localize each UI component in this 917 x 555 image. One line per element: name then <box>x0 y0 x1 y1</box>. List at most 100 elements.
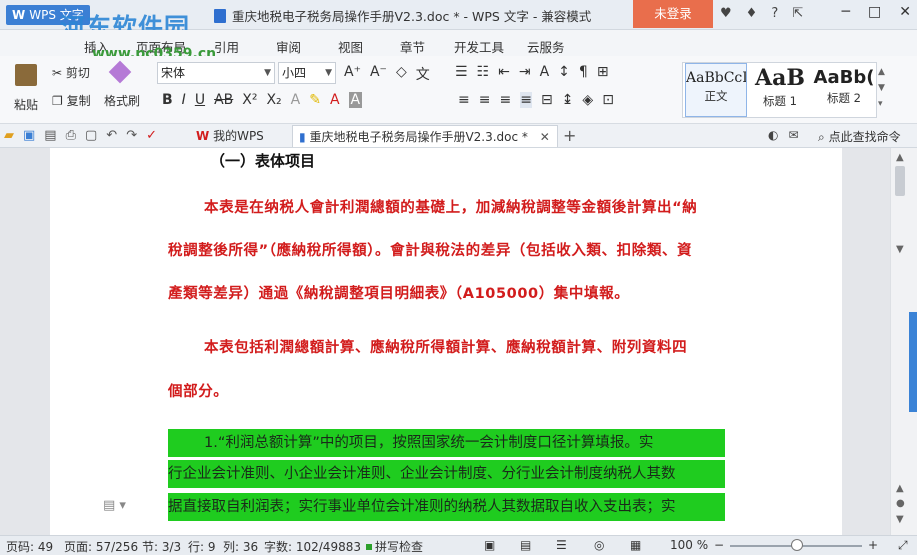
view-page-icon[interactable]: ▤ <box>520 538 531 552</box>
char-shading-icon[interactable]: A <box>348 92 363 108</box>
doc-tools-icon[interactable]: ◐ <box>768 128 778 142</box>
ribbon: 粘贴 ✂ 剪切 ❐ 复制 格式刷 宋体 ▼ 小四 ▼ A⁺ A⁻ ◇ 文 B I U… <box>0 56 917 124</box>
bold-icon[interactable]: B <box>162 92 173 108</box>
show-marks-icon[interactable]: ¶ <box>579 64 588 80</box>
bullet-list-icon[interactable]: ☰ <box>455 64 468 80</box>
view-web-icon[interactable]: ◎ <box>594 538 604 552</box>
zoom-in-icon[interactable]: + <box>868 538 878 552</box>
page-note-icon[interactable]: ▤ ▾ <box>103 498 126 513</box>
chinese-layout-icon[interactable]: A <box>540 64 550 80</box>
print-preview-icon[interactable]: ▢ <box>85 128 97 143</box>
print-icon[interactable]: ⎙ <box>66 128 76 143</box>
clear-format-icon[interactable]: ◇ <box>396 64 407 84</box>
paragraph-line: 個部分。 <box>168 384 229 400</box>
fit-window-icon[interactable]: ⤢ <box>898 538 908 553</box>
title-bar: W WPS 文字 河东软件园 重庆地税电子税务局操作手册V2.3.doc * - … <box>0 0 917 42</box>
help-icon[interactable]: ? <box>771 6 778 21</box>
align-right-icon[interactable]: ≡ <box>499 92 511 108</box>
phonetic-icon[interactable]: 文 <box>416 64 430 84</box>
superscript-icon[interactable]: X² <box>242 92 257 108</box>
maximize-button[interactable]: □ <box>868 4 881 20</box>
scroll-up-icon[interactable]: ▲ <box>896 152 904 163</box>
document-workspace: （一）表体项目 本表是在纳税人會計利潤總額的基礎上，加減納稅調整等金額後計算出“… <box>0 148 890 535</box>
subscript-icon[interactable]: X₂ <box>266 92 281 108</box>
export-pdf-icon[interactable]: ▤ <box>44 128 56 143</box>
line-spacing-icon[interactable]: ↨ <box>562 92 574 108</box>
text-effect-icon[interactable]: A <box>291 92 301 108</box>
copy-icon: ❐ <box>52 94 63 108</box>
format-painter-button[interactable]: 格式刷 <box>104 92 140 109</box>
save-icon[interactable]: ▣ <box>23 128 35 143</box>
view-focus-icon[interactable]: ▣ <box>484 538 495 552</box>
font-size-select[interactable]: 小四 ▼ <box>278 62 336 84</box>
align-center-icon[interactable]: ≡ <box>479 92 491 108</box>
paste-button[interactable]: 粘贴 <box>6 64 46 113</box>
restore-icon[interactable]: ⇱ <box>792 6 803 21</box>
close-tab-icon[interactable]: ✕ <box>540 130 550 144</box>
select-browse-icon[interactable]: ● <box>896 498 905 509</box>
feedback-icon[interactable]: ♦ <box>746 6 758 21</box>
table-icon[interactable]: ⊞ <box>597 64 609 80</box>
tab-review[interactable]: 审阅 <box>276 37 301 56</box>
tab-my-wps[interactable]: W 我的WPS <box>190 125 290 147</box>
copy-button[interactable]: ❐ 复制 <box>52 92 91 109</box>
tab-view[interactable]: 视图 <box>338 37 363 56</box>
styles-scroll[interactable]: ▲ ▼ ▾ <box>878 64 885 112</box>
share-icon[interactable]: ✉ <box>788 128 798 142</box>
zoom-slider-handle[interactable] <box>791 539 803 551</box>
style-normal[interactable]: AaBbCcI 正文 <box>685 63 747 117</box>
style-heading-2[interactable]: AaBb( 标题 2 <box>813 63 875 117</box>
highlight-icon[interactable]: ✎ <box>309 92 321 108</box>
tab-cloud[interactable]: 云服务 <box>527 37 565 56</box>
undo-icon[interactable]: ↶ <box>106 128 117 143</box>
shading-icon[interactable]: ◈ <box>582 92 593 108</box>
minimize-button[interactable]: ─ <box>842 4 850 20</box>
font-name-select[interactable]: 宋体 ▼ <box>157 62 275 84</box>
close-button[interactable]: ✕ <box>899 4 911 20</box>
cut-button[interactable]: ✂ 剪切 <box>52 64 90 81</box>
tab-chapter[interactable]: 章节 <box>400 37 425 56</box>
indent-icon[interactable]: ⇥ <box>519 64 531 80</box>
word-doc-icon: ▮ <box>299 130 306 144</box>
command-search[interactable]: ⌕ 点此查找命令 <box>818 128 901 145</box>
skin-icon[interactable]: ♥ <box>720 6 732 21</box>
style-heading-1[interactable]: AaB 标题 1 <box>749 63 811 117</box>
next-page-icon[interactable]: ▼ <box>896 514 904 525</box>
view-reading-icon[interactable]: ▦ <box>630 538 641 552</box>
status-page-count[interactable]: 页面: 57/256 <box>64 538 138 555</box>
tab-document[interactable]: ▮ 重庆地税电子税务局操作手册V2.3.doc * ✕ <box>292 125 558 147</box>
tab-bar-tools: ◐ ✉ <box>768 128 799 142</box>
new-tab-button[interactable]: + <box>563 126 576 145</box>
redo-icon[interactable]: ↷ <box>126 128 137 143</box>
grow-font-icon[interactable]: A⁺ <box>344 64 361 84</box>
document-page[interactable]: （一）表体项目 本表是在纳税人會計利潤總額的基礎上，加減納稅調整等金額後計算出“… <box>50 148 842 535</box>
italic-icon[interactable]: I <box>182 92 186 108</box>
underline-icon[interactable]: U <box>195 92 205 108</box>
justify-icon[interactable]: ≡ <box>520 92 532 108</box>
numbered-list-icon[interactable]: ☷ <box>477 64 490 80</box>
customize-icon[interactable]: ✓ <box>146 128 157 143</box>
borders-icon[interactable]: ⊡ <box>602 92 614 108</box>
outdent-icon[interactable]: ⇤ <box>498 64 510 80</box>
status-row: 行: 9 <box>188 540 216 554</box>
tab-references[interactable]: 引用 <box>214 37 239 56</box>
login-button[interactable]: 未登录 <box>633 0 713 28</box>
tab-developer[interactable]: 开发工具 <box>454 37 504 56</box>
zoom-level[interactable]: 100 % <box>670 538 708 552</box>
view-outline-icon[interactable]: ☰ <box>556 538 567 552</box>
side-panel-toggle[interactable] <box>909 312 917 412</box>
strikethrough-icon[interactable]: AB <box>214 92 233 108</box>
open-icon[interactable]: ▰ <box>4 128 14 143</box>
zoom-out-icon[interactable]: − <box>714 538 724 552</box>
align-left-icon[interactable]: ≡ <box>458 92 470 108</box>
prev-page-icon[interactable]: ▲ <box>896 483 904 494</box>
spell-check-toggle[interactable]: 拼写检查 <box>366 538 423 555</box>
sort-icon[interactable]: ↕ <box>558 64 570 80</box>
scroll-thumb[interactable] <box>895 166 905 196</box>
scroll-down-icon[interactable]: ▼ <box>896 244 904 255</box>
font-color-icon[interactable]: A <box>330 92 340 108</box>
status-word-count[interactable]: 字数: 102/49883 <box>264 538 361 555</box>
status-page-number[interactable]: 页码: 49 <box>6 538 53 555</box>
shrink-font-icon[interactable]: A⁻ <box>370 64 387 84</box>
distribute-icon[interactable]: ⊟ <box>541 92 553 108</box>
